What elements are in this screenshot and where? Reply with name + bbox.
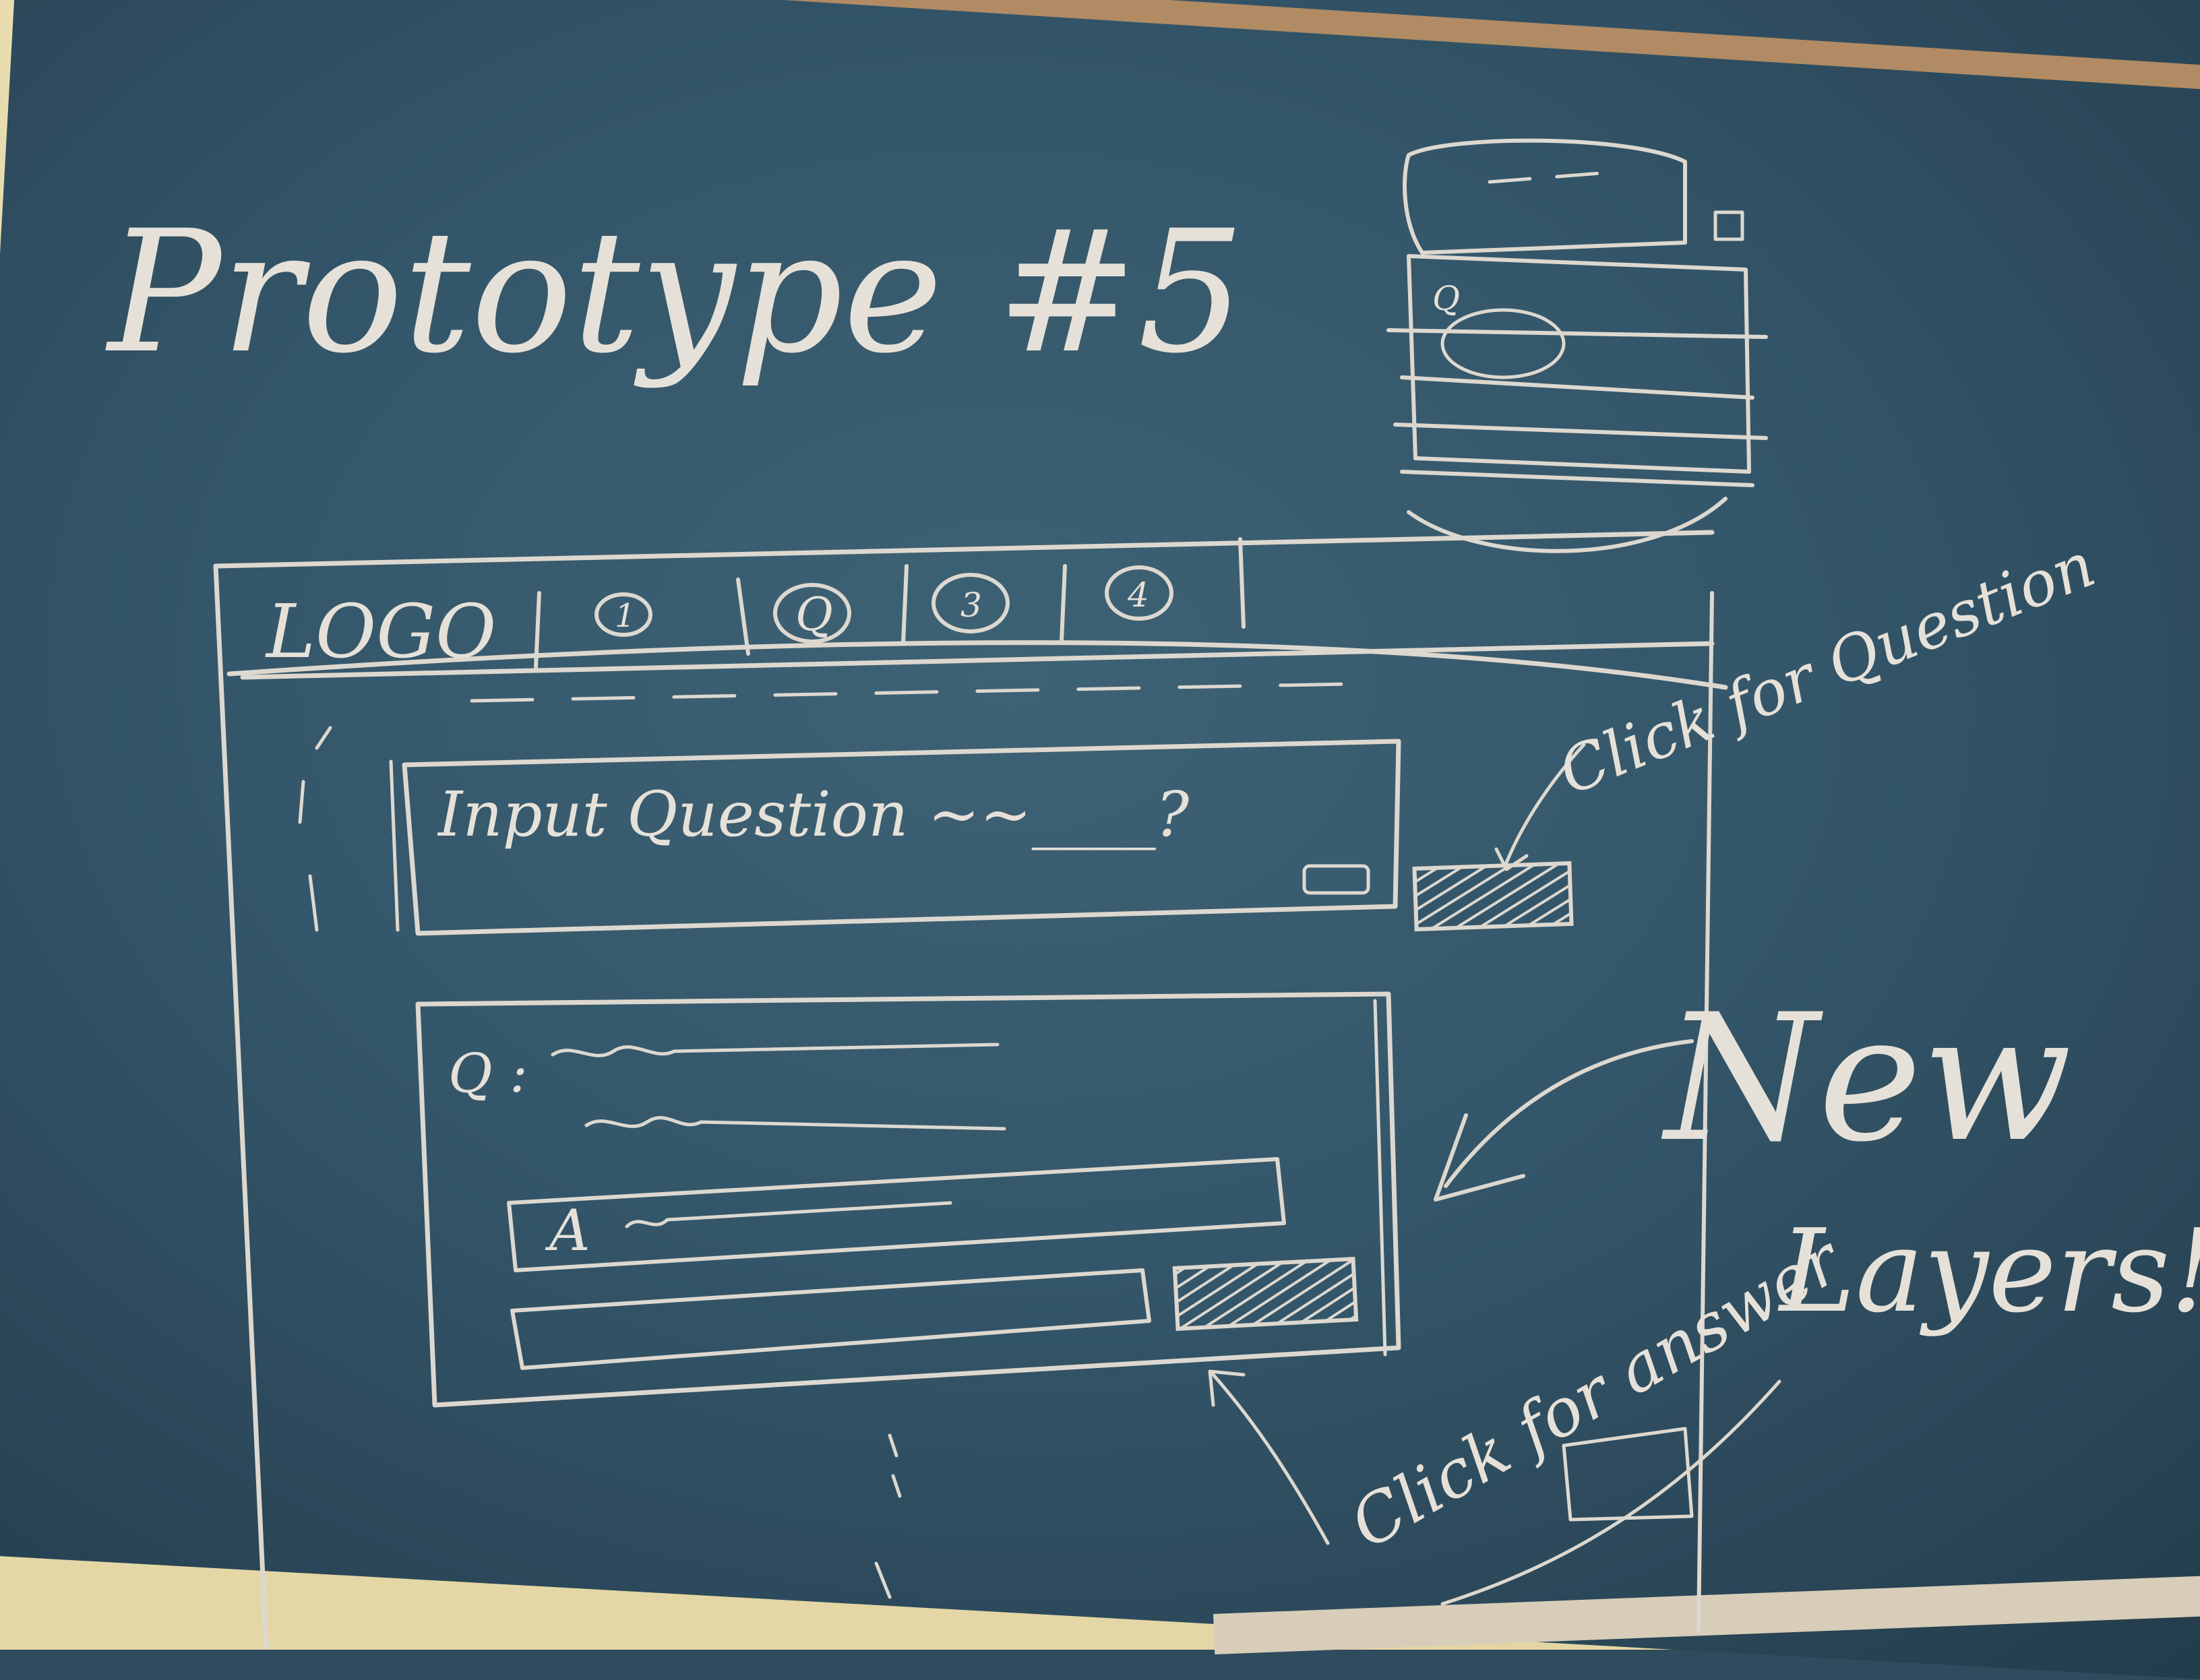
mobile-layer-sketch: Q bbox=[1386, 138, 1768, 553]
logo: LOGO bbox=[265, 588, 496, 675]
answer-row: A bbox=[507, 1157, 1286, 1272]
question-label: Q : bbox=[448, 1042, 528, 1105]
nav-tab-q[interactable]: Q bbox=[773, 583, 851, 644]
question-submit-button[interactable] bbox=[1412, 861, 1574, 932]
answer-card: Q : A bbox=[415, 991, 1401, 1408]
nav-tab-1[interactable]: 1 bbox=[594, 592, 652, 637]
new-layers-line1: New bbox=[1659, 977, 2072, 1181]
svg-text:1: 1 bbox=[615, 597, 636, 635]
nav-tab-3[interactable]: 3 bbox=[931, 573, 1010, 633]
nav-tab-4[interactable]: 4 bbox=[1105, 565, 1173, 621]
page-title: Prototype #5 bbox=[105, 194, 1245, 390]
svg-text:Click for Question: Click for Question bbox=[1549, 528, 2104, 809]
svg-text:4: 4 bbox=[1127, 575, 1149, 615]
annotation-click-question: Click for Question bbox=[1494, 528, 2104, 871]
question-input[interactable]: Input Question ~~____? bbox=[389, 739, 1401, 936]
question-placeholder: Input Question ~~____? bbox=[437, 778, 1190, 850]
svg-text:Click for answer: Click for answer bbox=[1338, 1220, 1856, 1564]
chalk-drawing: Prototype #5 LOGO 1 Q 3 4 Input Question… bbox=[105, 138, 2200, 1650]
svg-text:3: 3 bbox=[960, 586, 982, 625]
svg-text:Q: Q bbox=[795, 588, 833, 642]
answer-input[interactable] bbox=[510, 1268, 1151, 1370]
answer-label: A bbox=[545, 1197, 590, 1264]
answer-submit-button[interactable] bbox=[1172, 1256, 1359, 1331]
mobile-q-mark: Q bbox=[1432, 279, 1460, 318]
